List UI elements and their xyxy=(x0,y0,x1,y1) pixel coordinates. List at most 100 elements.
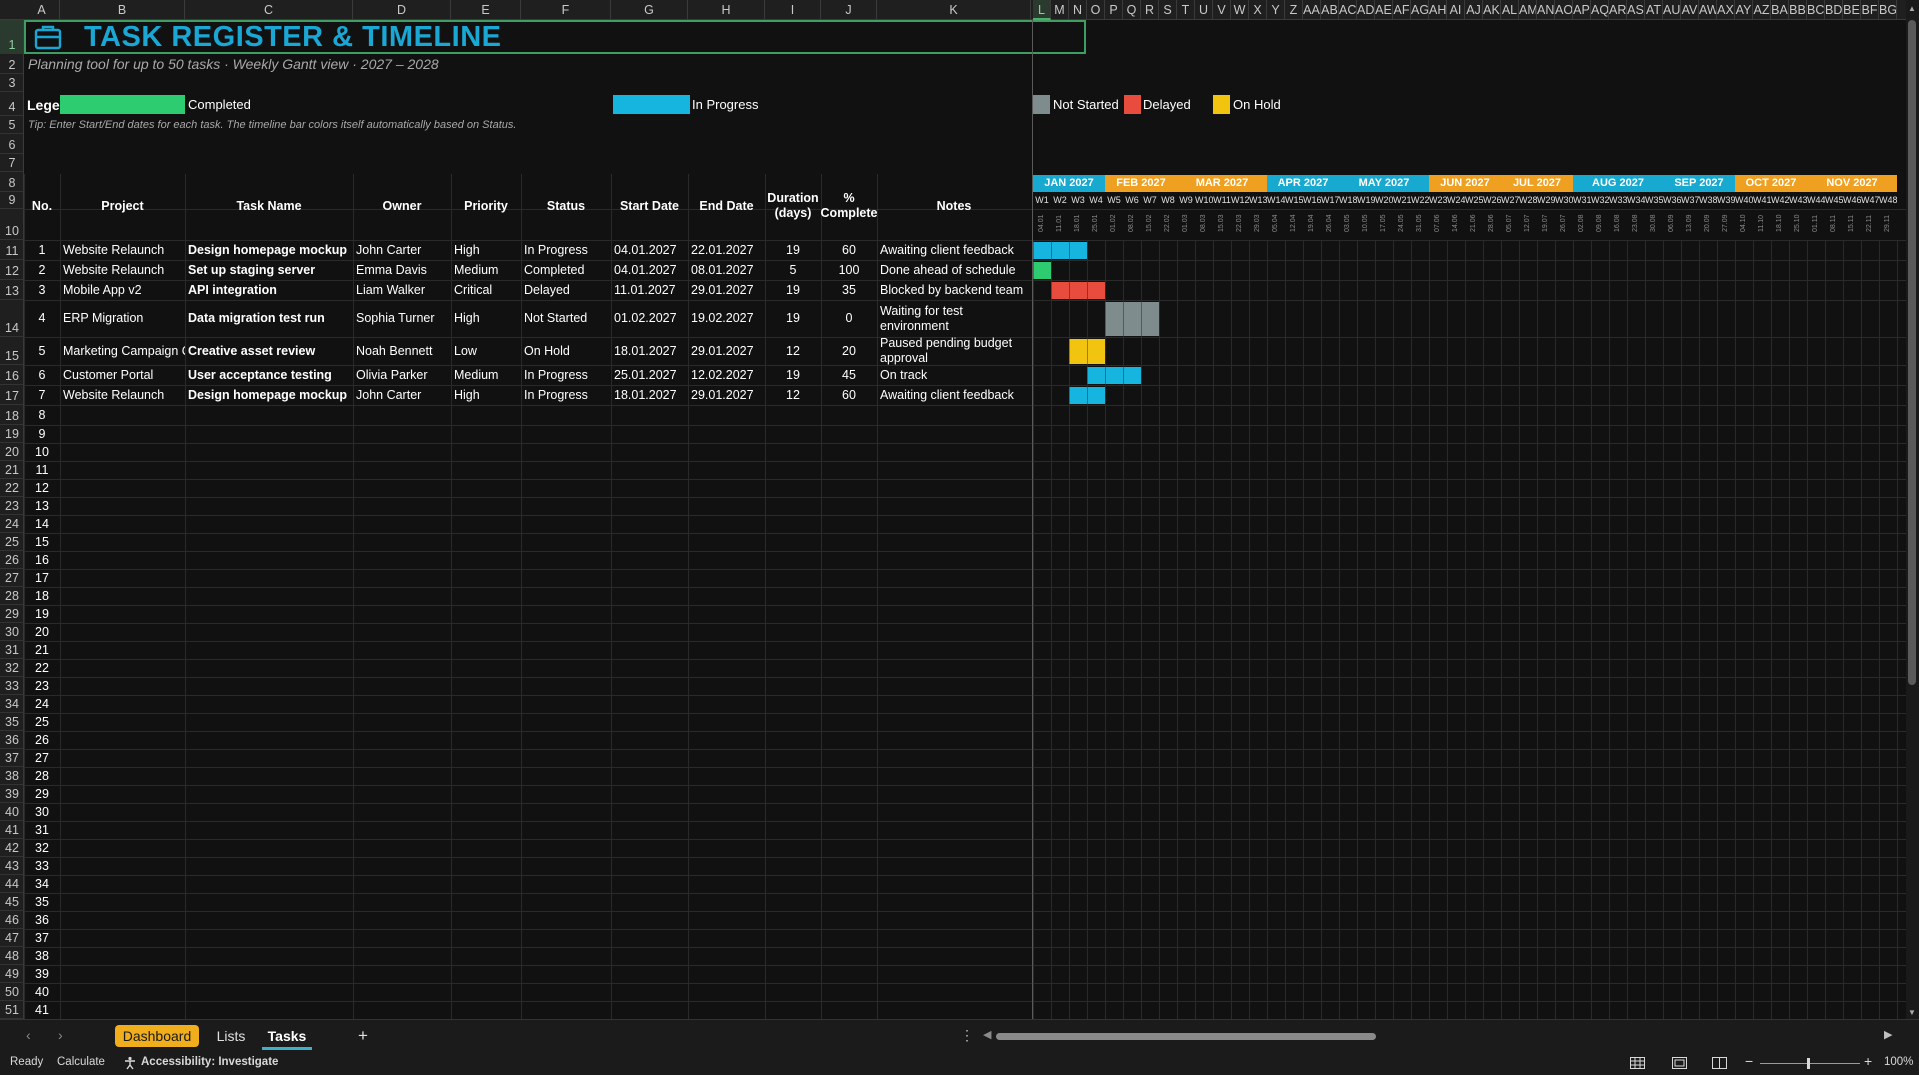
cell-start[interactable]: 18.01.2027 xyxy=(611,337,688,365)
cell-status[interactable]: In Progress xyxy=(521,240,611,260)
cell-owner[interactable]: John Carter xyxy=(353,385,451,405)
column-header-ab[interactable]: AB xyxy=(1321,0,1339,20)
row-header-11[interactable]: 11 xyxy=(0,240,23,260)
add-sheet-button[interactable]: + xyxy=(352,1025,374,1047)
cell-end[interactable]: 12.02.2027 xyxy=(688,365,765,385)
cell-priority[interactable]: Medium xyxy=(451,365,521,385)
row-header-27[interactable]: 27 xyxy=(0,569,23,587)
column-header-f[interactable]: F xyxy=(521,0,611,20)
cell-project[interactable]: Website Relaunch xyxy=(60,240,185,260)
column-header-bc[interactable]: BC xyxy=(1807,0,1825,20)
column-header-aw[interactable]: AW xyxy=(1699,0,1717,20)
column-header-aj[interactable]: AJ xyxy=(1465,0,1483,20)
cell-no[interactable]: 2 xyxy=(24,260,60,280)
cell-project[interactable]: Website Relaunch xyxy=(60,385,185,405)
row-header-12[interactable]: 12 xyxy=(0,260,23,280)
column-header-bd[interactable]: BD xyxy=(1825,0,1843,20)
cell-no[interactable]: 22 xyxy=(24,659,60,677)
cell-complete[interactable]: 60 xyxy=(821,385,877,405)
cell-owner[interactable]: Emma Davis xyxy=(353,260,451,280)
cell-no[interactable]: 19 xyxy=(24,605,60,623)
accessibility-icon[interactable] xyxy=(123,1056,137,1070)
cell-no[interactable]: 16 xyxy=(24,551,60,569)
row-header-29[interactable]: 29 xyxy=(0,605,23,623)
column-header-b[interactable]: B xyxy=(60,0,185,20)
row-header-16[interactable]: 16 xyxy=(0,365,23,385)
column-header-v[interactable]: V xyxy=(1213,0,1231,20)
row-header-40[interactable]: 40 xyxy=(0,803,23,821)
scroll-up-icon[interactable]: ▲ xyxy=(1908,4,1916,13)
cell-no[interactable]: 20 xyxy=(24,623,60,641)
cell-no[interactable]: 13 xyxy=(24,497,60,515)
vertical-scroll-thumb[interactable] xyxy=(1908,20,1916,685)
cell-owner[interactable]: Liam Walker xyxy=(353,280,451,300)
cell-start[interactable]: 25.01.2027 xyxy=(611,365,688,385)
cell-status[interactable]: Not Started xyxy=(521,300,611,337)
column-header-x[interactable]: X xyxy=(1249,0,1267,20)
row-header-4[interactable]: 4 xyxy=(0,92,23,116)
cell-no[interactable]: 14 xyxy=(24,515,60,533)
row-header-8[interactable]: 8 xyxy=(0,172,23,192)
column-header-bf[interactable]: BF xyxy=(1861,0,1879,20)
column-header-n[interactable]: N xyxy=(1069,0,1087,20)
column-header-d[interactable]: D xyxy=(353,0,451,20)
column-header-be[interactable]: BE xyxy=(1843,0,1861,20)
column-header-bg[interactable]: BG xyxy=(1879,0,1897,20)
cell-no[interactable]: 1 xyxy=(24,240,60,260)
column-header-al[interactable]: AL xyxy=(1501,0,1519,20)
cell-end[interactable]: 08.01.2027 xyxy=(688,260,765,280)
cell-status[interactable]: On Hold xyxy=(521,337,611,365)
row-header-20[interactable]: 20 xyxy=(0,443,23,461)
column-header-ar[interactable]: AR xyxy=(1609,0,1627,20)
row-header-21[interactable]: 21 xyxy=(0,461,23,479)
cell-no[interactable]: 28 xyxy=(24,767,60,785)
cell-owner[interactable]: Sophia Turner xyxy=(353,300,451,337)
cell-no[interactable]: 34 xyxy=(24,875,60,893)
prev-sheet-icon[interactable]: ‹ xyxy=(26,1027,31,1043)
cell-start[interactable]: 04.01.2027 xyxy=(611,260,688,280)
column-header-ah[interactable]: AH xyxy=(1429,0,1447,20)
column-header-as[interactable]: AS xyxy=(1627,0,1645,20)
column-header-z[interactable]: Z xyxy=(1285,0,1303,20)
cell-complete[interactable]: 35 xyxy=(821,280,877,300)
cell-project[interactable]: ERP Migration xyxy=(60,300,185,337)
column-header-a[interactable]: A xyxy=(24,0,60,20)
row-header-42[interactable]: 42 xyxy=(0,839,23,857)
cell-duration[interactable]: 5 xyxy=(765,260,821,280)
row-header-48[interactable]: 48 xyxy=(0,947,23,965)
cell-no[interactable]: 37 xyxy=(24,929,60,947)
cell-priority[interactable]: High xyxy=(451,385,521,405)
cell-no[interactable]: 9 xyxy=(24,425,60,443)
column-header-m[interactable]: M xyxy=(1051,0,1069,20)
cell-end[interactable]: 29.01.2027 xyxy=(688,337,765,365)
column-header-aa[interactable]: AA xyxy=(1303,0,1321,20)
zoom-in-icon[interactable]: + xyxy=(1864,1053,1872,1069)
cell-complete[interactable]: 0 xyxy=(821,300,877,337)
row-header-6[interactable]: 6 xyxy=(0,134,23,154)
zoom-slider-thumb[interactable] xyxy=(1807,1058,1810,1069)
row-header-14[interactable]: 14 xyxy=(0,300,23,337)
cell-no[interactable]: 38 xyxy=(24,947,60,965)
column-header-p[interactable]: P xyxy=(1105,0,1123,20)
cell-owner[interactable]: John Carter xyxy=(353,240,451,260)
cell-duration[interactable]: 19 xyxy=(765,240,821,260)
row-header-26[interactable]: 26 xyxy=(0,551,23,569)
row-header-31[interactable]: 31 xyxy=(0,641,23,659)
cell-no[interactable]: 17 xyxy=(24,569,60,587)
cell-priority[interactable]: High xyxy=(451,300,521,337)
row-header-32[interactable]: 32 xyxy=(0,659,23,677)
column-header-t[interactable]: T xyxy=(1177,0,1195,20)
row-header-44[interactable]: 44 xyxy=(0,875,23,893)
cell-no[interactable]: 30 xyxy=(24,803,60,821)
cell-priority[interactable]: Critical xyxy=(451,280,521,300)
cell-no[interactable]: 15 xyxy=(24,533,60,551)
cell-task[interactable]: Data migration test run xyxy=(185,300,353,337)
row-header-22[interactable]: 22 xyxy=(0,479,23,497)
column-header-j[interactable]: J xyxy=(821,0,877,20)
cell-priority[interactable]: Low xyxy=(451,337,521,365)
column-header-ak[interactable]: AK xyxy=(1483,0,1501,20)
cell-end[interactable]: 29.01.2027 xyxy=(688,280,765,300)
column-header-az[interactable]: AZ xyxy=(1753,0,1771,20)
more-options-icon[interactable]: ⋮ xyxy=(960,1027,974,1044)
page-break-preview-icon[interactable] xyxy=(1712,1057,1727,1069)
